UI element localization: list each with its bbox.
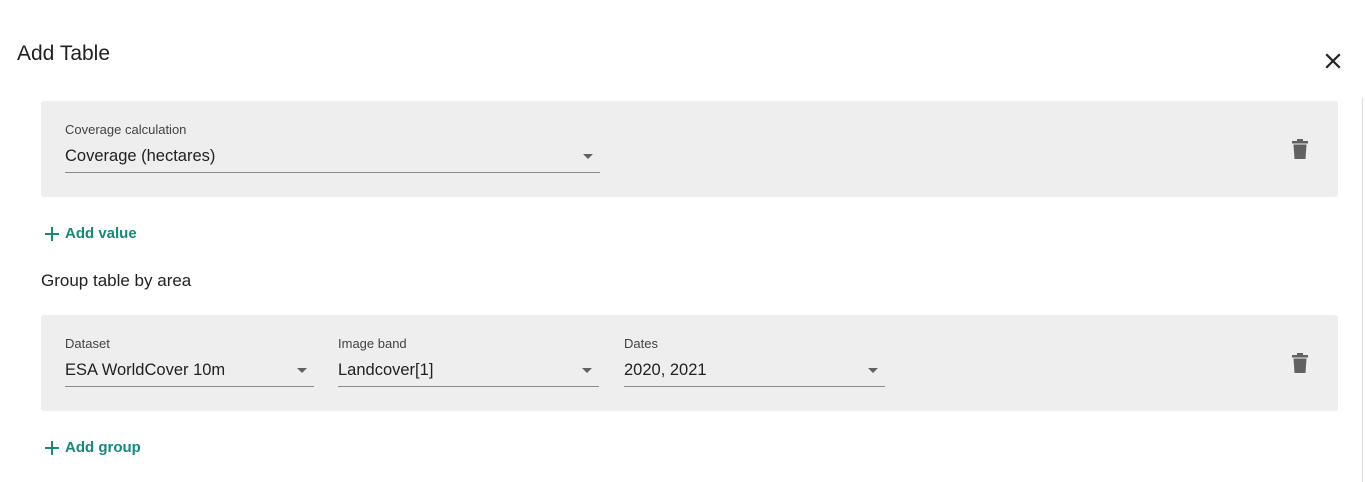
value-row-panel: Coverage calculation Coverage (hectares) [41, 101, 1338, 197]
trash-icon [1292, 353, 1308, 373]
coverage-calculation-label: Coverage calculation [65, 122, 187, 137]
group-section-heading: Group table by area [41, 271, 192, 290]
dates-value: 2020, 2021 [624, 361, 707, 379]
close-button[interactable] [1323, 51, 1343, 71]
chevron-down-icon [582, 368, 592, 373]
dialog-title: Add Table [17, 42, 111, 65]
coverage-calculation-field: Coverage calculation Coverage (hectares) [65, 122, 600, 173]
trash-icon [1292, 139, 1308, 159]
scroll-container-edge [1362, 98, 1363, 482]
close-icon [1325, 53, 1341, 69]
add-value-label: Add value [65, 225, 137, 242]
dataset-select[interactable]: ESA WorldCover 10m [65, 358, 314, 387]
coverage-calculation-select[interactable]: Coverage (hectares) [65, 144, 600, 173]
coverage-calculation-value: Coverage (hectares) [65, 147, 216, 165]
dataset-label: Dataset [65, 336, 110, 351]
add-group-label: Add group [65, 439, 141, 456]
add-group-button[interactable]: Add group [44, 439, 141, 456]
delete-value-button[interactable] [1292, 139, 1308, 159]
plus-icon [45, 440, 59, 455]
image-band-label: Image band [338, 336, 407, 351]
image-band-value: Landcover[1] [338, 361, 434, 379]
chevron-down-icon [583, 154, 593, 159]
plus-icon [45, 226, 59, 241]
dates-field: Dates 2020, 2021 [624, 336, 885, 387]
dataset-field: Dataset ESA WorldCover 10m [65, 336, 314, 387]
image-band-field: Image band Landcover[1] [338, 336, 599, 387]
group-row-panel: Dataset ESA WorldCover 10m Image band La… [41, 315, 1338, 411]
dates-select[interactable]: 2020, 2021 [624, 358, 885, 387]
add-value-button[interactable]: Add value [44, 225, 137, 242]
chevron-down-icon [868, 368, 878, 373]
chevron-down-icon [297, 368, 307, 373]
dataset-value: ESA WorldCover 10m [65, 361, 226, 379]
add-table-dialog: Add Table Coverage calculation Coverage … [0, 0, 1365, 482]
dates-label: Dates [624, 336, 658, 351]
delete-group-button[interactable] [1292, 353, 1308, 373]
image-band-select[interactable]: Landcover[1] [338, 358, 599, 387]
